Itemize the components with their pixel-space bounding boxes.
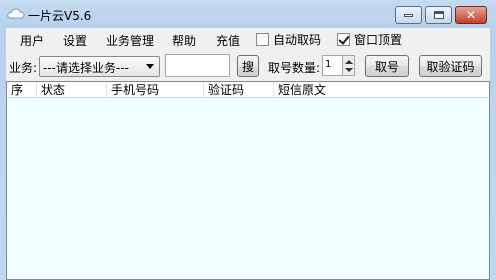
menu-recharge[interactable]: 充值	[216, 32, 240, 49]
column-header-sms-text[interactable]: 短信原文	[274, 82, 489, 98]
topmost-label: 窗口顶置	[354, 32, 403, 47]
stepper-down-icon[interactable]	[345, 68, 353, 72]
count-stepper[interactable]	[342, 55, 355, 76]
auto-fetch-box[interactable]	[256, 32, 269, 46]
app-window: 一片云V5.6 ✕ 用户 设置 业务管理 帮助 充值 自动取码 窗口顶置 业务:…	[0, 0, 496, 280]
close-button[interactable]: ✕	[455, 6, 487, 24]
column-header-phone[interactable]: 手机号码	[107, 82, 204, 98]
count-input[interactable]: 1	[322, 55, 344, 76]
cloud-icon	[7, 7, 25, 19]
service-select-value: ---请选择业务---	[43, 61, 129, 75]
column-header-code[interactable]: 验证码	[204, 82, 274, 98]
client-area: 用户 设置 业务管理 帮助 充值 自动取码 窗口顶置 业务: ---请选择业务-…	[6, 28, 490, 280]
minimize-icon	[404, 13, 413, 17]
close-icon: ✕	[465, 8, 477, 22]
column-header-status[interactable]: 状态	[37, 82, 107, 98]
title-bar[interactable]: 一片云V5.6 ✕	[0, 0, 496, 28]
list-header: 序 状态 手机号码 验证码 短信原文	[7, 82, 489, 98]
column-header-index[interactable]: 序	[7, 82, 37, 98]
menu-settings[interactable]: 设置	[63, 32, 87, 49]
auto-fetch-label: 自动取码	[273, 32, 322, 47]
service-select[interactable]: ---请选择业务---	[39, 56, 160, 77]
minimize-button[interactable]	[395, 6, 422, 24]
toolbar: 业务: ---请选择业务--- 搜 取号数量: 1 取号 取验证码	[6, 53, 490, 81]
window-title: 一片云V5.6	[28, 9, 92, 23]
service-label: 业务:	[9, 61, 38, 75]
menu-bar: 用户 设置 业务管理 帮助 充值 自动取码 窗口顶置	[6, 28, 490, 50]
menu-user[interactable]: 用户	[20, 32, 44, 49]
auto-fetch-checkbox[interactable]: 自动取码	[256, 31, 321, 47]
chevron-down-icon	[146, 64, 154, 69]
maximize-button[interactable]	[425, 6, 452, 24]
sms-list[interactable]: 序 状态 手机号码 验证码 短信原文	[6, 81, 490, 280]
topmost-box[interactable]	[337, 32, 350, 46]
maximize-icon	[433, 11, 444, 19]
search-button[interactable]: 搜	[237, 55, 259, 77]
topmost-checkbox[interactable]: 窗口顶置	[337, 31, 402, 47]
menu-help[interactable]: 帮助	[172, 32, 196, 49]
search-input[interactable]	[165, 54, 230, 77]
count-label: 取号数量:	[268, 61, 321, 75]
menu-service-management[interactable]: 业务管理	[106, 32, 154, 49]
stepper-up-icon[interactable]	[345, 60, 353, 64]
get-code-button[interactable]: 取验证码	[419, 55, 482, 77]
get-number-button[interactable]: 取号	[365, 55, 409, 77]
